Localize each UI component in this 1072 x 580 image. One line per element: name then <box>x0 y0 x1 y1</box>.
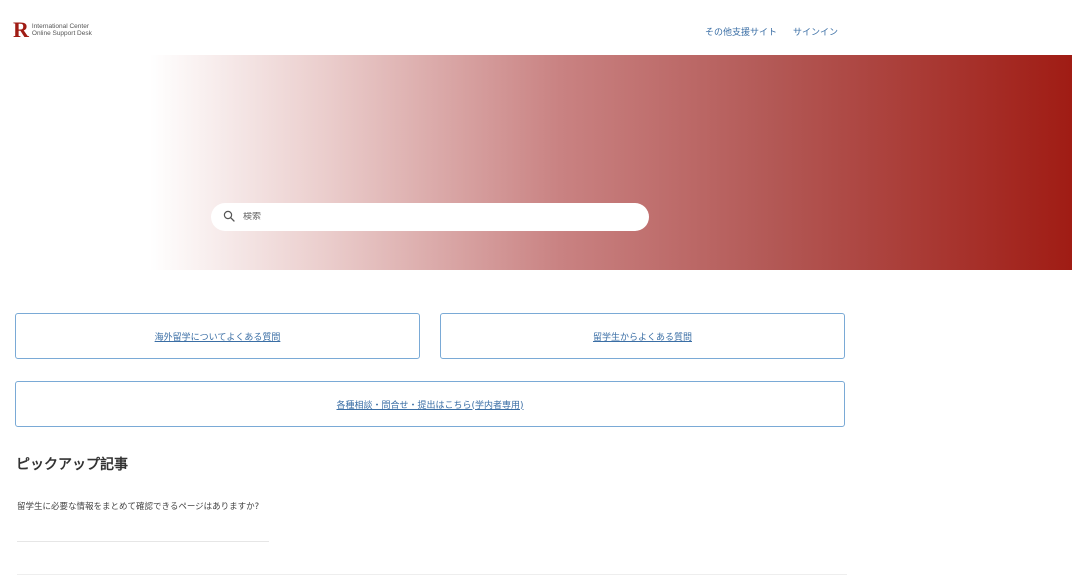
page-divider <box>17 574 847 575</box>
search-icon <box>223 210 237 224</box>
pickup-section-title: ピックアップ記事 <box>16 457 128 473</box>
search-input[interactable] <box>243 212 623 222</box>
pickup-divider <box>17 541 269 542</box>
site-header: R International Center Online Support De… <box>0 0 1072 56</box>
pickup-article-link[interactable]: 留学生に必要な情報をまとめて確認できるページはありますか? <box>17 500 269 514</box>
search-bar[interactable] <box>211 203 649 231</box>
category-label: 留学生からよくある質問 <box>592 332 692 343</box>
nav-link-sign-in[interactable]: サインイン <box>793 25 838 38</box>
logo-text: International Center Online Support Desk <box>32 23 92 37</box>
category-button-inquiries[interactable]: 各種相談・問合せ・提出はこちら(学内者専用) <box>15 381 845 427</box>
logo-mark: R <box>13 17 29 42</box>
site-logo[interactable]: R International Center Online Support De… <box>13 19 92 41</box>
header-nav: その他支援サイト サインイン <box>705 25 838 38</box>
category-button-study-abroad-faq[interactable]: 海外留学についてよくある質問 <box>15 313 420 359</box>
category-label: 各種相談・問合せ・提出はこちら(学内者専用) <box>336 400 524 411</box>
logo-line-1: International Center <box>31 23 89 30</box>
nav-link-other-support-sites[interactable]: その他支援サイト <box>705 25 777 38</box>
category-button-international-student-faq[interactable]: 留学生からよくある質問 <box>440 313 845 359</box>
logo-line-2: Online Support Desk <box>31 30 92 37</box>
hero-banner <box>0 55 1072 270</box>
category-label: 海外留学についてよくある質問 <box>154 332 281 343</box>
